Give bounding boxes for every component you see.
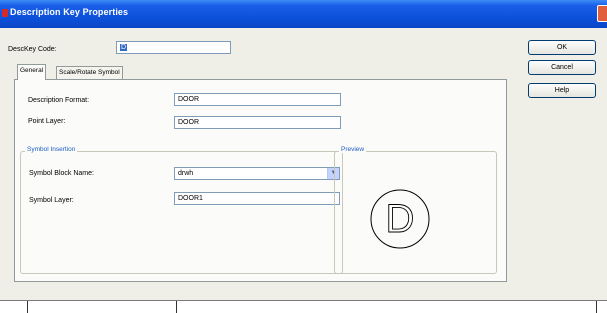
close-icon[interactable]: [597, 5, 607, 22]
cancel-button[interactable]: Cancel: [528, 60, 596, 75]
title-bar: Description Key Properties: [0, 0, 607, 28]
help-button[interactable]: Help: [528, 83, 596, 98]
point-layer-field[interactable]: DOOR: [174, 116, 341, 129]
tab-general[interactable]: General: [17, 64, 47, 80]
desc-key-code-label: DescKey Code:: [8, 46, 57, 53]
desc-key-code-field[interactable]: D: [116, 41, 231, 54]
preview-symbol: D: [370, 189, 430, 249]
symbol-insertion-title: Symbol Insertion: [25, 146, 78, 153]
symbol-block-name-value: drwh: [178, 170, 194, 177]
tab-scale-rotate-symbol[interactable]: Scale/Rotate Symbol: [56, 66, 123, 80]
description-format-field[interactable]: DOOR: [174, 93, 341, 106]
description-format-label: Description Format:: [28, 97, 90, 104]
general-tab-panel: Description Format: DOOR Point Layer: DO…: [14, 79, 507, 282]
symbol-block-name-label: Symbol Block Name:: [29, 170, 94, 177]
symbol-block-name-select[interactable]: drwh ▼: [174, 167, 340, 180]
point-layer-label: Point Layer:: [28, 118, 66, 125]
ok-button[interactable]: OK: [528, 40, 596, 55]
window-title: Description Key Properties: [10, 7, 129, 17]
preview-title: Preview: [339, 146, 367, 153]
preview-glyph: D: [386, 197, 415, 241]
desc-key-code-value: D: [120, 44, 128, 51]
symbol-layer-field[interactable]: DOOR1: [174, 192, 340, 205]
symbol-layer-label: Symbol Layer:: [29, 197, 74, 204]
background-table-strip: [0, 300, 607, 313]
background-column-divider: [176, 301, 177, 313]
preview-group: Preview D: [334, 146, 497, 274]
background-column-divider: [596, 301, 597, 313]
symbol-insertion-group: Symbol Insertion Symbol Block Name: drwh…: [20, 146, 343, 274]
background-column-divider: [27, 301, 28, 313]
app-icon: [2, 9, 8, 17]
